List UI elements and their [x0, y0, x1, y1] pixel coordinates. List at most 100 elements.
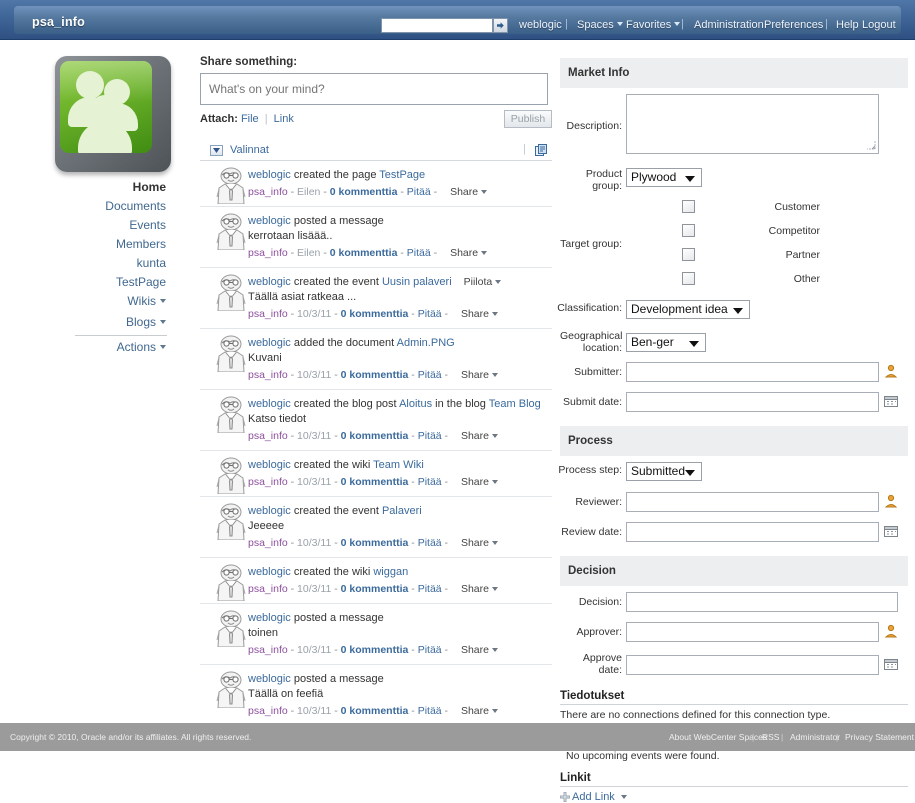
activity-object-link[interactable]: Team Wiki — [373, 459, 424, 471]
top-link-administration[interactable]: Administration — [694, 19, 764, 31]
activity-share-button[interactable]: Share — [461, 369, 498, 381]
activity-actor[interactable]: weblogic — [248, 276, 291, 288]
activity-object-link[interactable]: Uusin palaveri — [382, 276, 452, 288]
activity-comments-link[interactable]: 0 kommenttia — [341, 369, 409, 381]
top-link-favorites[interactable]: Favorites — [626, 19, 681, 31]
product-group-select[interactable]: Plywood — [626, 168, 702, 187]
activity-actor[interactable]: weblogic — [248, 398, 291, 410]
activity-actor[interactable]: weblogic — [248, 612, 291, 624]
activity-share-button[interactable]: Share — [450, 247, 488, 259]
activity-like-link[interactable]: Pitää — [418, 705, 442, 717]
activity-actor[interactable]: weblogic — [248, 566, 291, 578]
sidebar-item-testpage[interactable]: TestPage — [116, 275, 166, 289]
target-group-checkbox[interactable] — [682, 248, 695, 261]
sidebar-item-events[interactable]: Events — [129, 218, 166, 232]
approver-input[interactable] — [626, 622, 879, 642]
activity-space-link[interactable]: psa_info — [248, 308, 288, 320]
sidebar-item-wikis[interactable]: Wikis — [127, 294, 166, 308]
attach-link-link[interactable]: Link — [274, 113, 294, 125]
activity-hide-button[interactable]: Piilota — [464, 276, 502, 288]
activity-space-link[interactable]: psa_info — [248, 476, 288, 488]
activity-object-link[interactable]: Aloitus — [399, 398, 432, 410]
activity-comments-link[interactable]: 0 kommenttia — [341, 537, 409, 549]
top-link-spaces[interactable]: Spaces — [577, 19, 623, 31]
sidebar-item-documents[interactable]: Documents — [105, 199, 166, 213]
activity-space-link[interactable]: psa_info — [248, 247, 288, 259]
calendar-icon[interactable] — [884, 524, 898, 538]
search-box[interactable] — [381, 18, 493, 33]
top-link-preferences[interactable]: Preferences — [764, 19, 823, 31]
process-step-select[interactable]: Submitted — [626, 462, 702, 481]
target-group-checkbox[interactable] — [682, 224, 695, 237]
refresh-icon[interactable] — [535, 144, 548, 160]
approve-date-input[interactable] — [626, 655, 879, 675]
sidebar-item-actions[interactable]: Actions — [117, 340, 166, 354]
activity-space-link[interactable]: psa_info — [248, 369, 288, 381]
target-group-checkbox[interactable] — [682, 272, 695, 285]
activity-comments-link[interactable]: 0 kommenttia — [341, 583, 409, 595]
activity-object-link-2[interactable]: Team Blog — [489, 398, 541, 410]
activity-comments-link[interactable]: 0 kommenttia — [330, 247, 398, 259]
activity-share-button[interactable]: Share — [461, 430, 498, 442]
sidebar-item-blogs[interactable]: Blogs — [126, 315, 166, 329]
activity-comments-link[interactable]: 0 kommenttia — [330, 186, 398, 198]
options-label[interactable]: Valinnat — [230, 144, 269, 156]
activity-actor[interactable]: weblogic — [248, 505, 291, 517]
activity-comments-link[interactable]: 0 kommenttia — [341, 705, 409, 717]
activity-actor[interactable]: weblogic — [248, 337, 291, 349]
activity-like-link[interactable]: Pitää — [418, 644, 442, 656]
activity-comments-link[interactable]: 0 kommenttia — [341, 476, 409, 488]
collapse-toggle-icon[interactable] — [210, 145, 223, 156]
activity-like-link[interactable]: Pitää — [418, 583, 442, 595]
submit-date-input[interactable] — [626, 392, 879, 412]
sidebar-item-kunta[interactable]: kunta — [137, 256, 166, 270]
attach-file-link[interactable]: File — [241, 113, 259, 125]
activity-like-link[interactable]: Pitää — [407, 186, 431, 198]
activity-actor[interactable]: weblogic — [248, 215, 291, 227]
activity-share-button[interactable]: Share — [461, 705, 498, 717]
activity-like-link[interactable]: Pitää — [418, 430, 442, 442]
activity-share-button[interactable]: Share — [461, 644, 498, 656]
calendar-icon[interactable] — [884, 657, 898, 671]
submitter-input[interactable] — [626, 362, 879, 382]
activity-comments-link[interactable]: 0 kommenttia — [341, 644, 409, 656]
activity-space-link[interactable]: psa_info — [248, 186, 288, 198]
activity-share-button[interactable]: Share — [461, 308, 498, 320]
activity-like-link[interactable]: Pitää — [418, 476, 442, 488]
activity-share-button[interactable]: Share — [450, 186, 488, 198]
description-textarea[interactable] — [626, 94, 879, 154]
activity-actor[interactable]: weblogic — [248, 459, 291, 471]
classification-select[interactable]: Development idea — [626, 300, 750, 319]
activity-actor[interactable]: weblogic — [248, 673, 291, 685]
activity-space-link[interactable]: psa_info — [248, 430, 288, 442]
activity-object-link[interactable]: TestPage — [379, 169, 425, 181]
sidebar-item-members[interactable]: Members — [116, 237, 166, 251]
activity-space-link[interactable]: psa_info — [248, 537, 288, 549]
target-group-checkbox[interactable] — [682, 200, 695, 213]
activity-object-link[interactable]: wiggan — [373, 566, 408, 578]
top-link-weblogic[interactable]: weblogic — [519, 19, 562, 31]
activity-space-link[interactable]: psa_info — [248, 583, 288, 595]
person-picker-icon[interactable] — [884, 624, 898, 638]
publish-button[interactable]: Publish — [504, 110, 552, 128]
add-link-button[interactable]: Add Link — [560, 791, 908, 803]
top-link-help[interactable]: Help — [836, 19, 859, 31]
footer-link-rss[interactable]: RSS — [762, 732, 779, 742]
activity-space-link[interactable]: psa_info — [248, 705, 288, 717]
footer-link-admin[interactable]: Administrator — [790, 732, 840, 742]
activity-like-link[interactable]: Pitää — [418, 369, 442, 381]
search-go-button[interactable] — [493, 18, 508, 33]
sidebar-item-home[interactable]: Home — [133, 180, 166, 194]
activity-space-link[interactable]: psa_info — [248, 644, 288, 656]
calendar-icon[interactable] — [884, 394, 898, 408]
activity-like-link[interactable]: Pitää — [418, 308, 442, 320]
reviewer-input[interactable] — [626, 492, 879, 512]
activity-object-link[interactable]: Palaveri — [382, 505, 422, 517]
share-input[interactable] — [200, 73, 548, 105]
activity-share-button[interactable]: Share — [461, 583, 498, 595]
activity-share-button[interactable]: Share — [461, 537, 498, 549]
activity-comments-link[interactable]: 0 kommenttia — [341, 308, 409, 320]
decision-input[interactable] — [626, 592, 898, 612]
geo-location-select[interactable]: Ben-ger — [626, 333, 706, 352]
review-date-input[interactable] — [626, 522, 879, 542]
